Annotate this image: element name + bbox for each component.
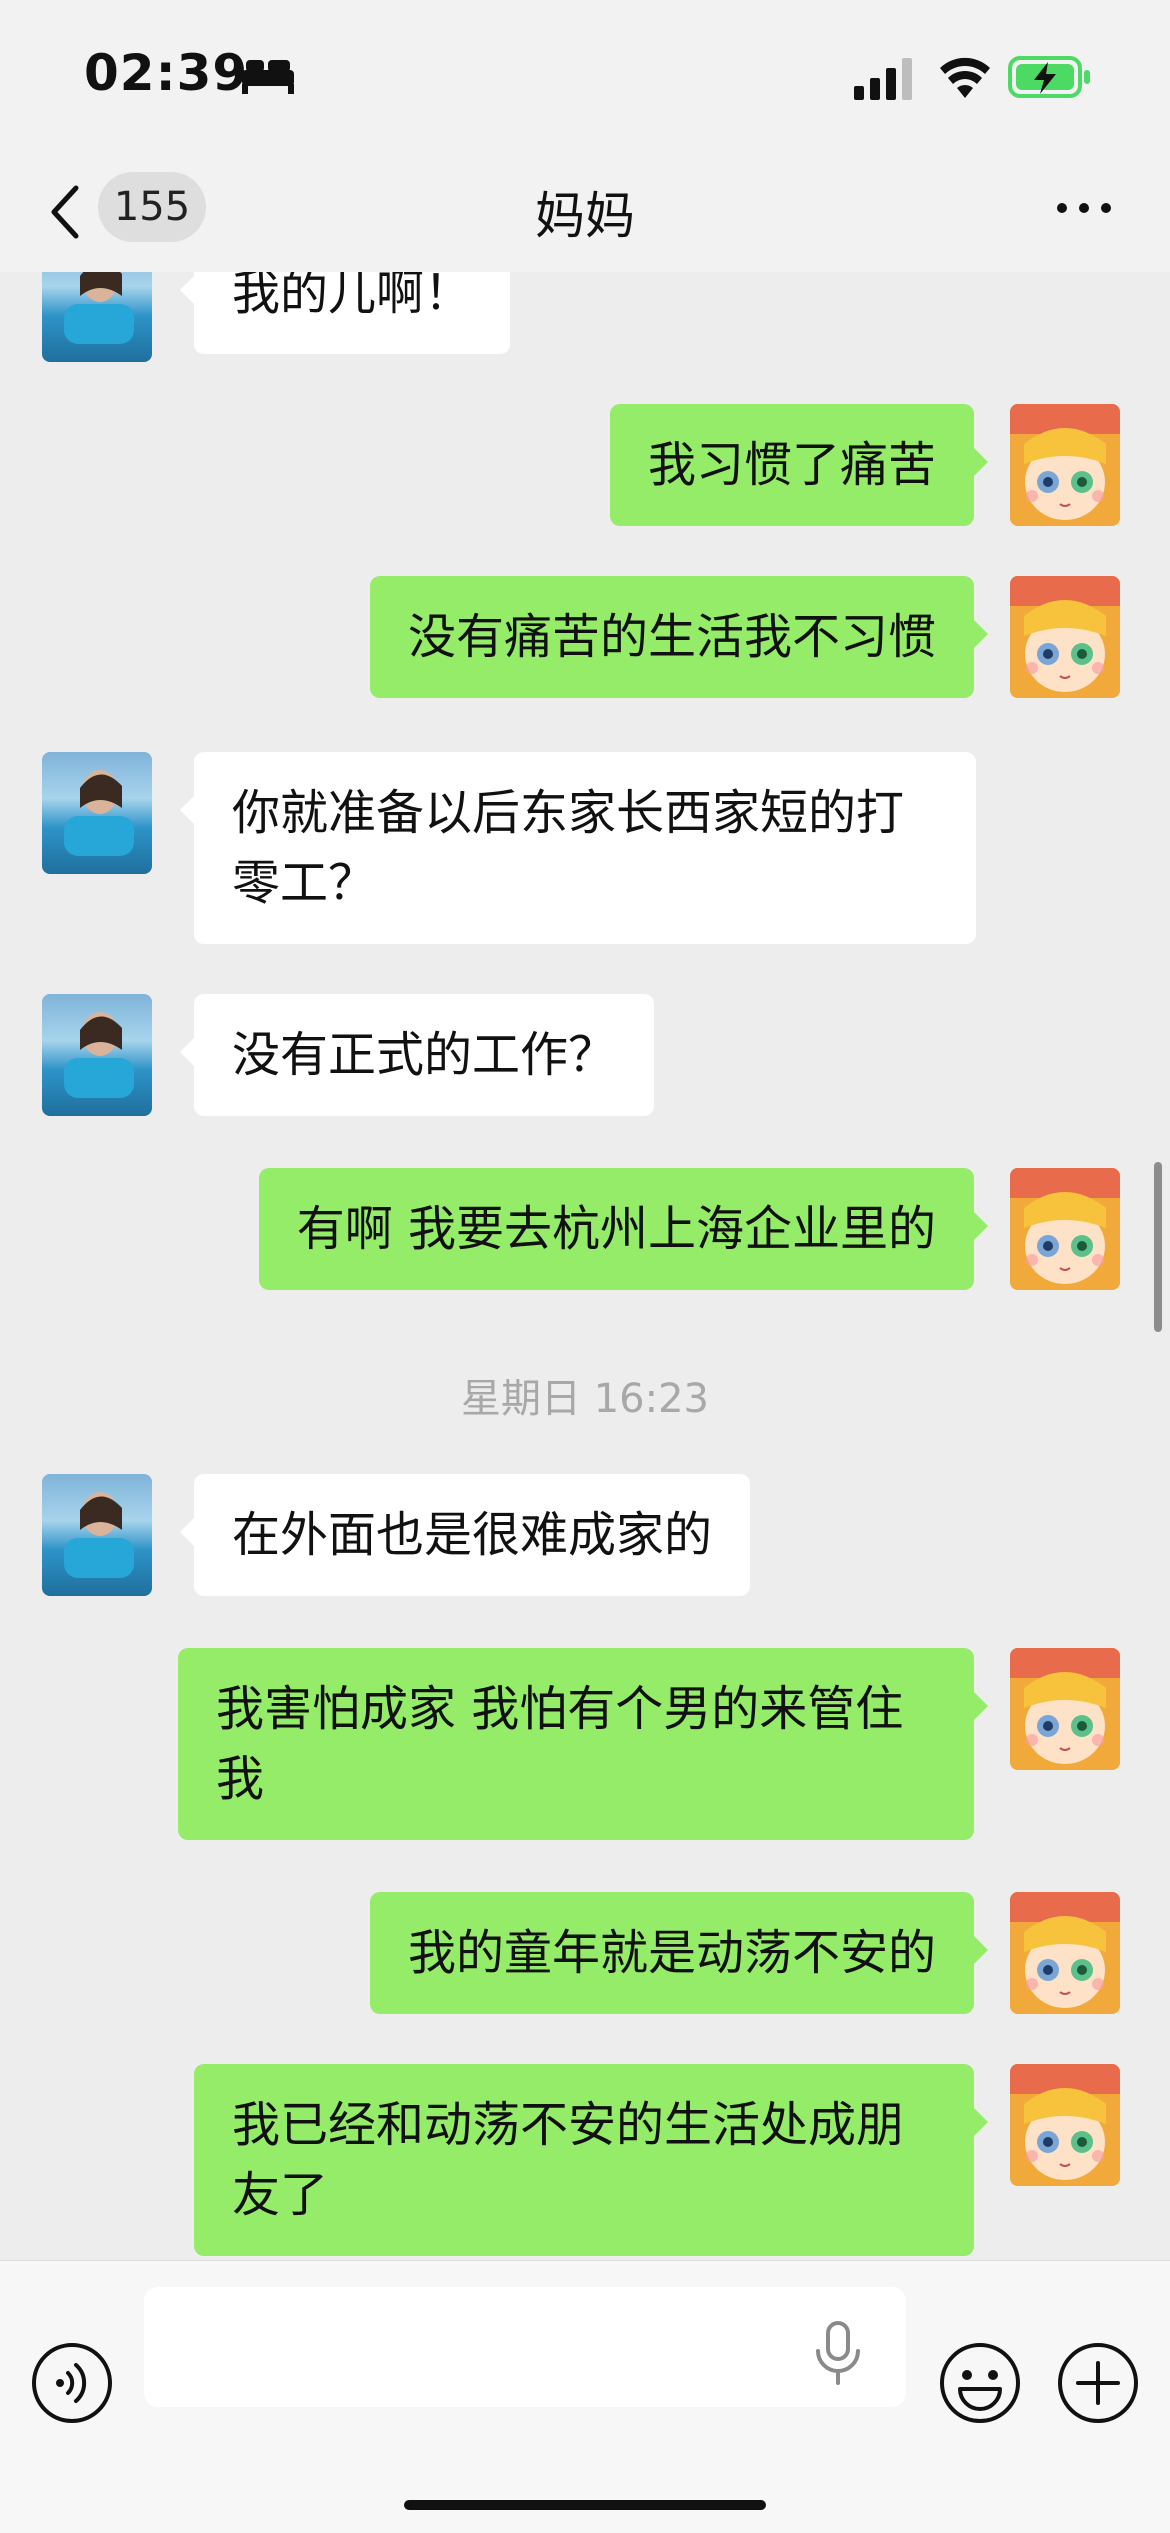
unread-count-badge[interactable]: 155	[98, 172, 206, 242]
status-time: 02:39	[84, 44, 249, 102]
plus-icon[interactable]	[1056, 2341, 1140, 2425]
signal-icon	[854, 58, 912, 100]
emoji-icon[interactable]	[938, 2341, 1022, 2425]
message-bubble-me[interactable]: 我害怕成家 我怕有个男的来管住我	[178, 1648, 988, 1840]
chevron-left-icon[interactable]	[46, 182, 82, 242]
avatar-mom[interactable]	[42, 752, 152, 874]
microphone-icon[interactable]	[812, 2321, 864, 2385]
avatar-me[interactable]	[1010, 576, 1120, 698]
message-bubble-mom[interactable]: 我的儿啊！	[179, 272, 511, 354]
avatar-me-image	[1010, 2064, 1120, 2186]
avatar-me-image	[1010, 1168, 1120, 1290]
message-bubble-me[interactable]: 我习惯了痛苦	[609, 404, 989, 526]
message-bubble-mom[interactable]: 没有正式的工作？	[179, 994, 655, 1116]
avatar-mom[interactable]	[42, 272, 152, 362]
avatar-mom[interactable]	[42, 1474, 152, 1596]
message-bubble-me[interactable]: 没有痛苦的生活我不习惯	[369, 576, 989, 698]
voice-icon[interactable]	[30, 2341, 114, 2425]
home-indicator[interactable]	[404, 2500, 766, 2510]
message-bubble-me[interactable]: 我的童年就是动荡不安的	[369, 1892, 989, 2014]
avatar-me-image	[1010, 404, 1120, 526]
message-timestamp: 星期日 16:23	[461, 1376, 709, 1422]
avatar-me[interactable]	[1010, 1892, 1120, 2014]
message-bubble-mom[interactable]: 你就准备以后东家长西家短的打零工？	[180, 752, 976, 944]
battery-charging-icon	[1008, 56, 1090, 98]
avatar-mom-image	[64, 1012, 134, 1098]
avatar-me[interactable]	[1010, 2064, 1120, 2186]
message-input[interactable]	[144, 2287, 906, 2407]
status-bar: 02:39	[0, 0, 1170, 150]
input-bar	[0, 2260, 1170, 2533]
avatar-me-image	[1010, 1648, 1120, 1770]
chat-area[interactable]: 我的儿啊！ 我习惯了痛苦 没有痛苦的生活我不习惯 你就准备以后东家长西家短的打零…	[0, 272, 1170, 2260]
avatar-me-image	[1010, 1892, 1120, 2014]
avatar-mom-image	[64, 770, 134, 856]
scroll-indicator[interactable]	[1154, 1162, 1162, 1332]
avatar-me[interactable]	[1010, 404, 1120, 526]
more-dots-icon[interactable]	[1054, 198, 1114, 218]
avatar-me-image	[1010, 576, 1120, 698]
message-bubble-me[interactable]: 我已经和动荡不安的生活处成朋友了	[194, 2064, 988, 2256]
avatar-mom-image	[64, 1492, 134, 1578]
avatar-me[interactable]	[1010, 1168, 1120, 1290]
message-bubble-me[interactable]: 有啊 我要去杭州上海企业里的	[258, 1168, 989, 1290]
message-bubble-mom[interactable]: 在外面也是很难成家的	[179, 1474, 751, 1596]
wifi-icon	[940, 57, 990, 98]
nav-bar: 155 妈妈	[0, 150, 1170, 273]
avatar-me[interactable]	[1010, 1648, 1120, 1770]
avatar-mom[interactable]	[42, 994, 152, 1116]
avatar-mom-image	[64, 272, 134, 344]
bed-icon	[242, 60, 294, 94]
